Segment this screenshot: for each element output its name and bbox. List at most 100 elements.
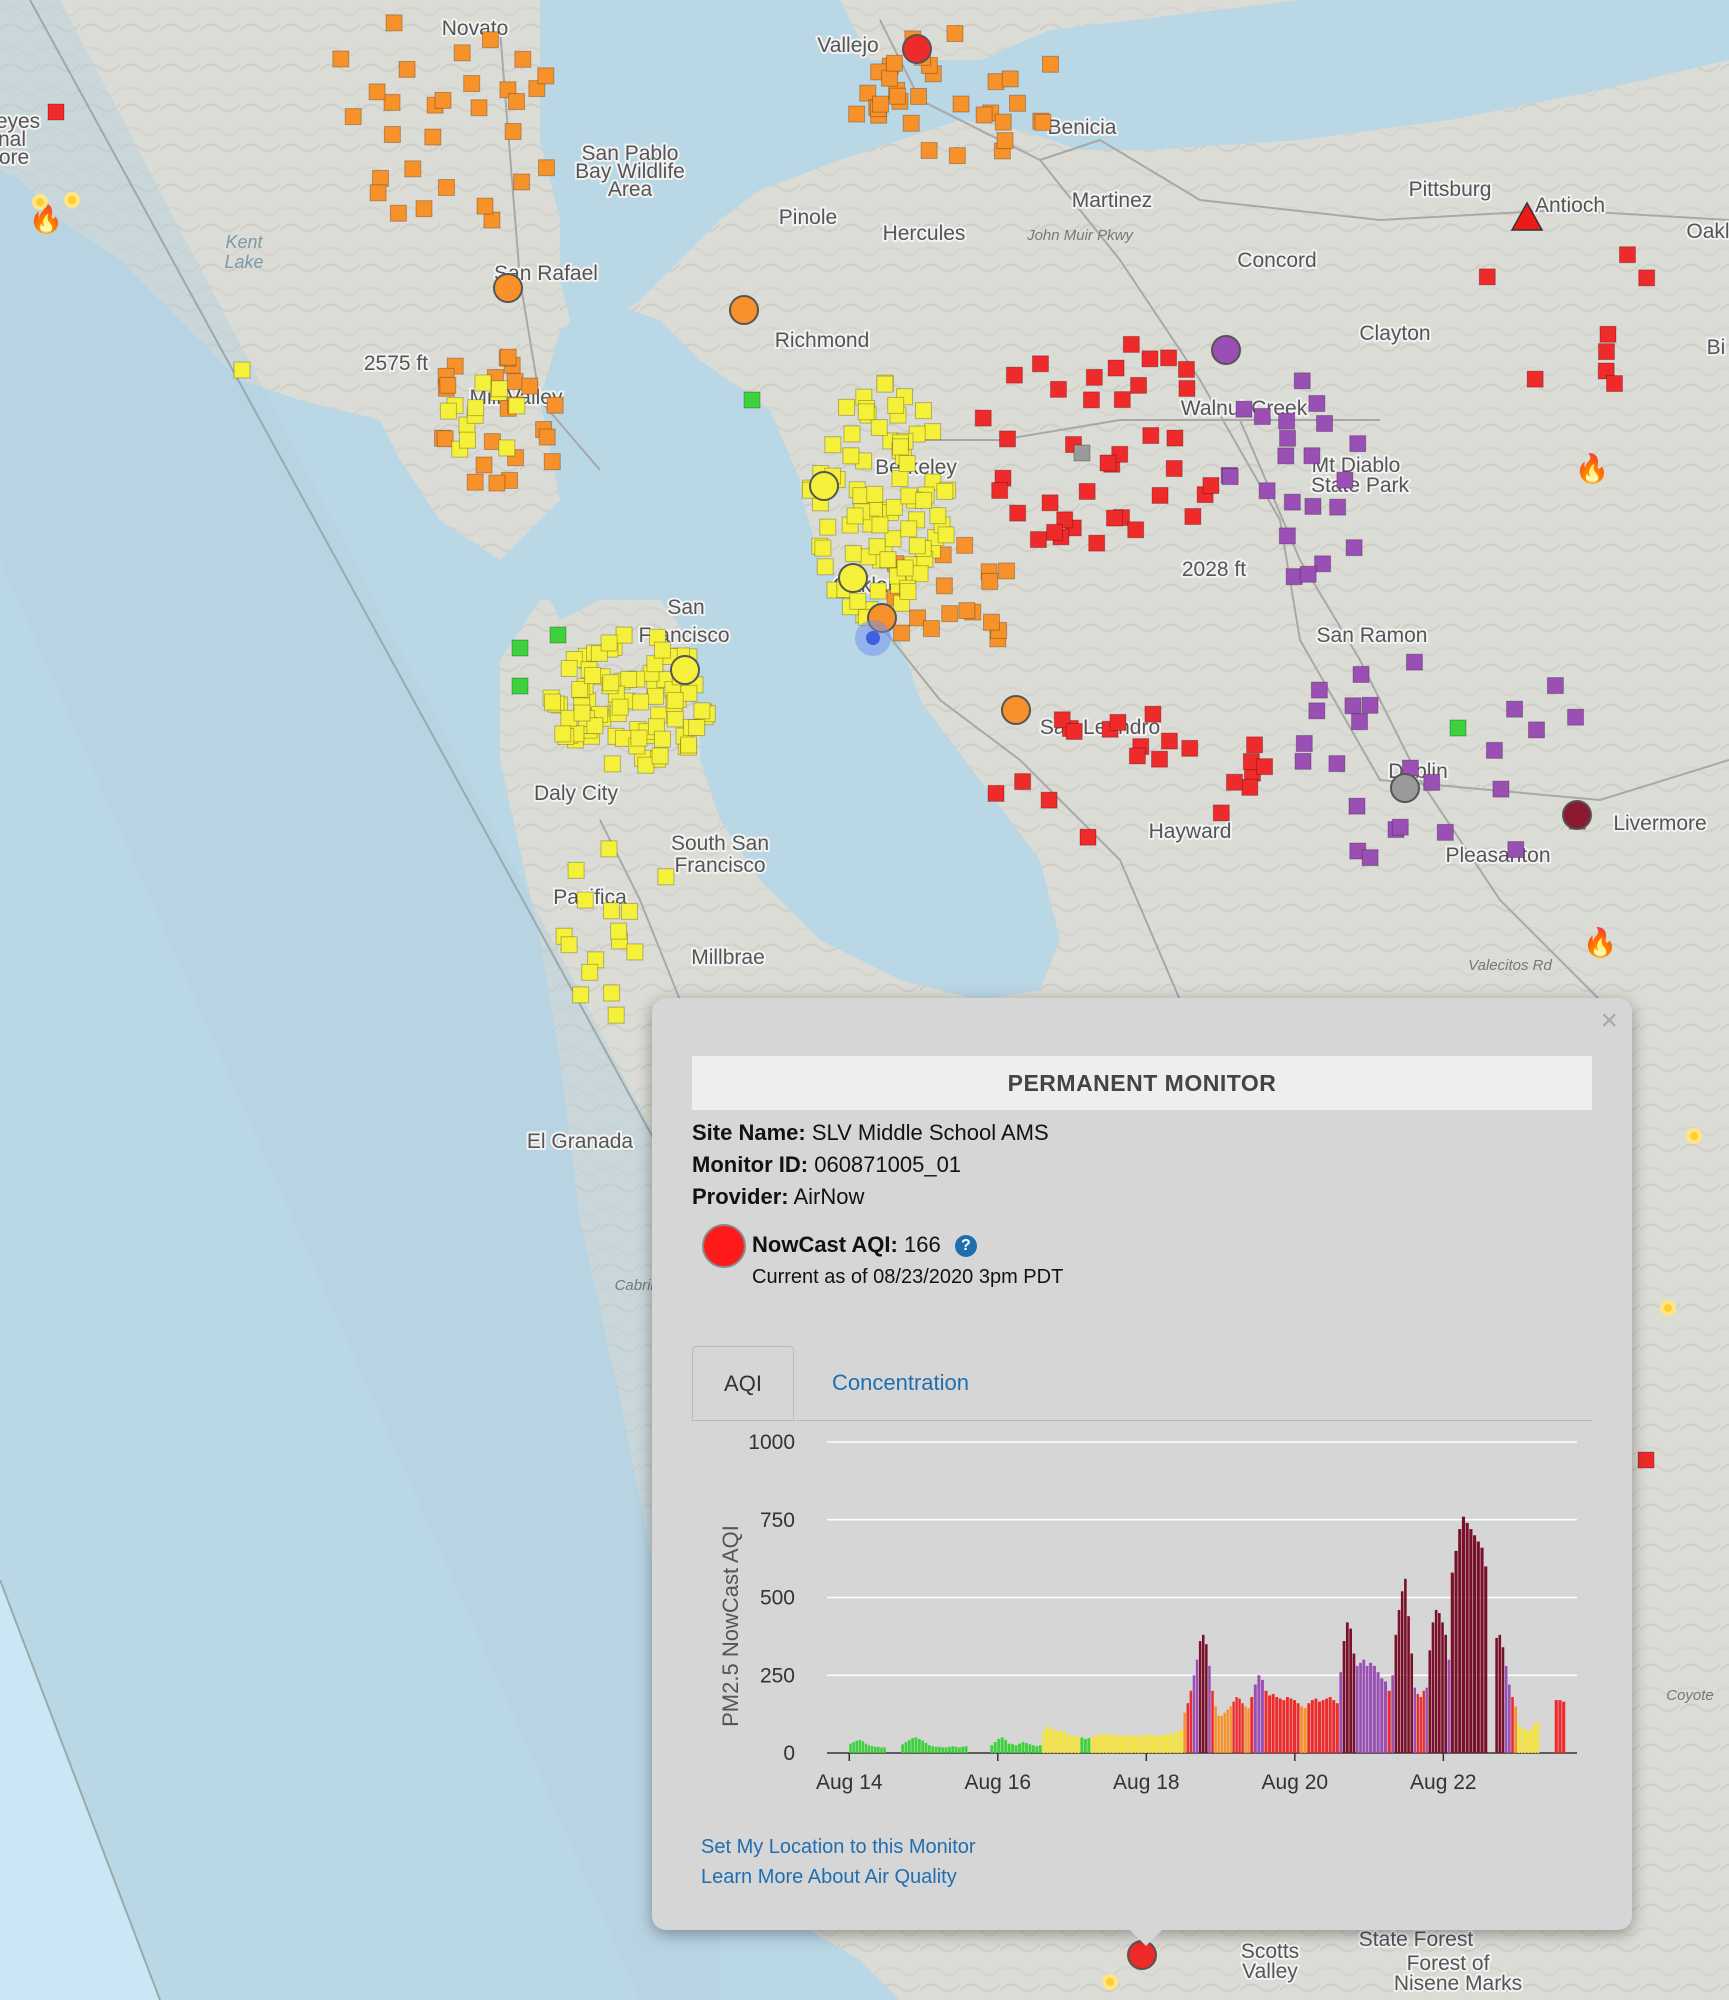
sensor-marker[interactable] <box>688 719 706 737</box>
sensor-marker[interactable] <box>567 861 585 879</box>
sensor-marker[interactable] <box>1099 454 1117 472</box>
sensor-marker[interactable] <box>1166 429 1184 447</box>
sensor-marker[interactable] <box>849 592 867 610</box>
sensor-marker[interactable] <box>1348 797 1366 815</box>
monitor-marker[interactable] <box>1211 335 1241 365</box>
sensor-marker[interactable] <box>666 710 684 728</box>
sensor-marker[interactable] <box>1423 773 1441 791</box>
sensor-marker[interactable] <box>920 141 938 159</box>
sensor-marker[interactable] <box>467 399 485 417</box>
sensor-marker[interactable] <box>902 114 920 132</box>
sensor-marker[interactable] <box>1113 391 1131 409</box>
sensor-marker[interactable] <box>543 453 561 471</box>
sensor-marker[interactable] <box>488 474 506 492</box>
sensor-marker[interactable] <box>436 430 454 448</box>
sensor-marker[interactable] <box>946 25 964 43</box>
sensor-marker[interactable] <box>233 361 251 379</box>
sensor-marker[interactable] <box>1088 534 1106 552</box>
sensor-marker[interactable] <box>842 447 860 465</box>
sensor-marker[interactable] <box>896 559 914 577</box>
sensor-marker[interactable] <box>630 729 648 747</box>
sensor-marker[interactable] <box>1405 653 1423 671</box>
sensor-marker[interactable] <box>1526 370 1544 388</box>
sensor-marker[interactable] <box>1328 755 1346 773</box>
sensor-marker[interactable] <box>952 95 970 113</box>
sensor-marker[interactable] <box>891 469 909 487</box>
sensor-marker[interactable] <box>819 518 837 536</box>
sensor-marker[interactable] <box>1029 531 1047 549</box>
sensor-marker[interactable] <box>47 103 65 121</box>
sensor-marker[interactable] <box>1082 391 1100 409</box>
sensor-marker[interactable] <box>573 704 591 722</box>
sensor-marker[interactable] <box>666 691 684 709</box>
sensor-marker[interactable] <box>881 69 899 87</box>
sensor-marker[interactable] <box>607 1006 625 1024</box>
sensor-marker[interactable] <box>814 539 832 557</box>
sensor-marker[interactable] <box>893 624 911 642</box>
sensor-marker[interactable] <box>1314 555 1332 573</box>
sensor-marker[interactable] <box>987 784 1005 802</box>
sensor-marker[interactable] <box>424 128 442 146</box>
sensor-marker[interactable] <box>872 95 890 113</box>
sensor-marker[interactable] <box>1344 697 1362 715</box>
sensor-marker[interactable] <box>1308 702 1326 720</box>
sensor-marker[interactable] <box>584 666 602 684</box>
sensor-marker[interactable] <box>554 725 572 743</box>
sensor-marker[interactable] <box>996 132 1014 150</box>
sensor-marker[interactable] <box>1049 380 1067 398</box>
sensor-marker[interactable] <box>637 756 655 774</box>
sensor-marker[interactable] <box>647 687 665 705</box>
sensor-marker[interactable] <box>626 943 644 961</box>
sensor-marker[interactable] <box>1299 565 1317 583</box>
sensor-marker[interactable] <box>866 485 884 503</box>
sensor-marker[interactable] <box>560 936 578 954</box>
sensor-marker[interactable] <box>1160 732 1178 750</box>
sensor-marker[interactable] <box>1361 849 1379 867</box>
set-location-link[interactable]: Set My Location to this Monitor <box>701 1836 976 1859</box>
sensor-marker[interactable] <box>572 986 590 1004</box>
sensor-marker[interactable] <box>463 75 481 93</box>
sensor-marker[interactable] <box>1283 493 1301 511</box>
sensor-marker[interactable] <box>937 526 955 544</box>
sensor-marker[interactable] <box>615 626 633 644</box>
sensor-marker[interactable] <box>900 520 918 538</box>
sensor-marker[interactable] <box>474 374 492 392</box>
sensor-marker[interactable] <box>1336 471 1354 489</box>
sensor-marker[interactable] <box>1181 739 1199 757</box>
sensor-marker[interactable] <box>434 91 452 109</box>
sensor-marker[interactable] <box>844 545 862 563</box>
sensor-marker[interactable] <box>885 54 903 72</box>
sensor-marker[interactable] <box>1345 539 1363 557</box>
sensor-marker[interactable] <box>504 123 522 141</box>
sensor-marker[interactable] <box>602 674 620 692</box>
sensor-marker[interactable] <box>994 113 1012 131</box>
sensor-marker[interactable] <box>1178 379 1196 397</box>
tab-concentration[interactable]: Concentration <box>832 1346 969 1420</box>
sensor-marker[interactable] <box>1151 486 1169 504</box>
sensor-marker[interactable] <box>1009 504 1027 522</box>
sensor-marker[interactable] <box>915 491 933 509</box>
sensor-marker[interactable] <box>1316 414 1334 432</box>
sensor-marker[interactable] <box>511 639 529 657</box>
sensor-marker[interactable] <box>900 487 918 505</box>
monitor-marker[interactable] <box>1390 773 1420 803</box>
sensor-marker[interactable] <box>1041 494 1059 512</box>
sensor-marker[interactable] <box>1507 841 1525 859</box>
sensor-marker[interactable] <box>1202 477 1220 495</box>
sensor-marker[interactable] <box>936 482 954 500</box>
sensor-marker[interactable] <box>846 507 864 525</box>
sensor-marker[interactable] <box>560 659 578 677</box>
sensor-marker[interactable] <box>1485 741 1503 759</box>
fire-icon[interactable]: 🔥 <box>1583 926 1618 959</box>
sensor-marker[interactable] <box>1528 721 1546 739</box>
sensor-marker[interactable] <box>1212 804 1230 822</box>
sensor-marker[interactable] <box>1258 482 1276 500</box>
sensor-marker[interactable] <box>1034 113 1052 131</box>
sensor-marker[interactable] <box>1046 523 1064 541</box>
sensor-marker[interactable] <box>1109 713 1127 731</box>
sensor-marker[interactable] <box>1605 375 1623 393</box>
learn-more-link[interactable]: Learn More About Air Quality <box>701 1866 957 1889</box>
close-icon[interactable]: × <box>1600 1004 1618 1038</box>
sensor-marker[interactable] <box>987 73 1005 91</box>
sensor-marker[interactable] <box>743 391 761 409</box>
